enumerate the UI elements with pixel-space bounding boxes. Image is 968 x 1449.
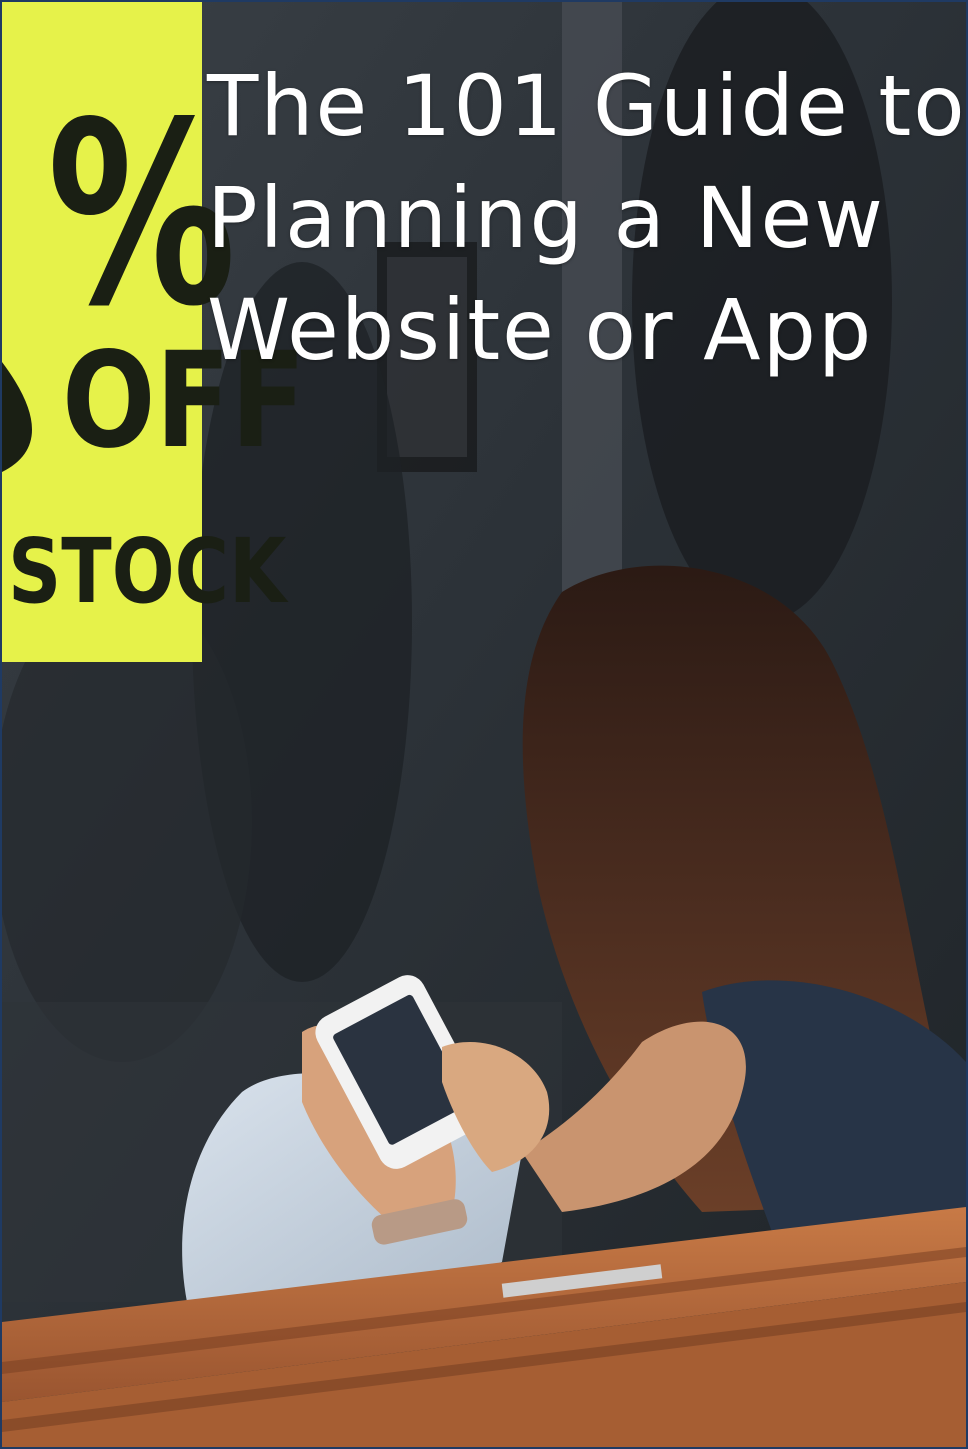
title-line-1: The 101 Guide to <box>207 57 967 155</box>
cover-title: The 101 Guide to Planning a New Website … <box>207 50 967 386</box>
title-line-2: Planning a New <box>207 169 885 267</box>
title-line-3: Website or App <box>207 281 874 379</box>
sign-stock: STOCK <box>8 521 289 624</box>
book-cover: % OFF STOCK The 101 Guide to Planning a … <box>0 0 968 1449</box>
